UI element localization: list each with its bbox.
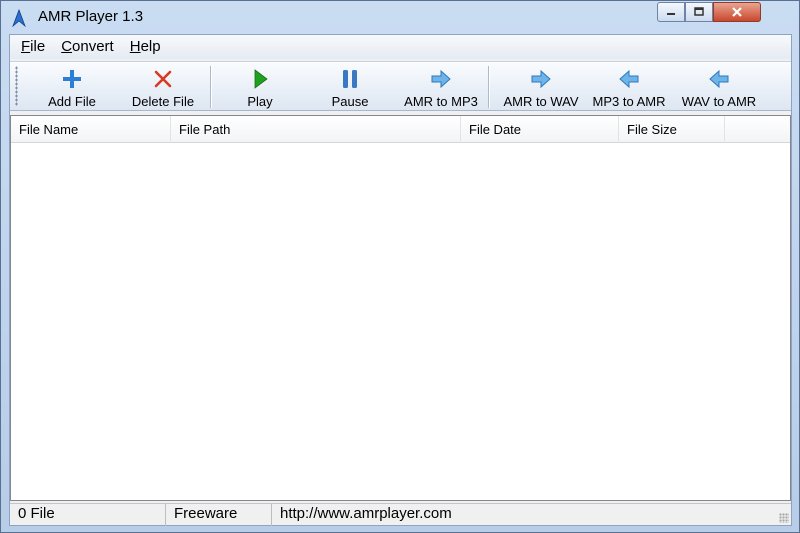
menu-file[interactable]: File bbox=[13, 36, 53, 58]
window-title: AMR Player 1.3 bbox=[38, 8, 144, 25]
wav-to-amr-button[interactable]: WAV to AMR bbox=[676, 64, 762, 110]
arrow-left-icon bbox=[709, 69, 729, 89]
menu-bar: File Convert Help bbox=[10, 35, 791, 59]
maximize-icon bbox=[694, 7, 704, 16]
column-file-size[interactable]: File Size bbox=[619, 116, 725, 143]
column-file-path[interactable]: File Path bbox=[171, 116, 461, 143]
status-file-count: 0 File bbox=[10, 504, 166, 526]
amr-to-mp3-label: AMR to MP3 bbox=[404, 94, 478, 109]
arrow-right-icon bbox=[531, 69, 551, 89]
menu-convert-label: onvert bbox=[72, 38, 114, 55]
client-area: File Convert Help Add File Delete File P… bbox=[9, 34, 792, 526]
pause-icon bbox=[343, 70, 357, 88]
column-file-name[interactable]: File Name bbox=[11, 116, 171, 143]
toolbar-grip[interactable] bbox=[15, 66, 18, 106]
play-button[interactable]: Play bbox=[220, 64, 300, 110]
menu-help-mnemonic: H bbox=[129, 38, 141, 55]
maximize-button[interactable] bbox=[685, 2, 713, 22]
minimize-button[interactable] bbox=[657, 2, 685, 22]
amr-to-mp3-button[interactable]: AMR to MP3 bbox=[398, 64, 484, 110]
menu-help-label: elp bbox=[140, 38, 161, 55]
menu-help[interactable]: Help bbox=[122, 36, 169, 58]
arrow-right-icon bbox=[431, 69, 451, 89]
menu-file-mnemonic: F bbox=[21, 38, 31, 55]
amr-to-wav-label: AMR to WAV bbox=[503, 94, 579, 109]
column-filler bbox=[725, 116, 789, 143]
menu-file-label: ile bbox=[30, 38, 46, 55]
app-window: AMR Player 1.3 File Convert Help Add Fil… bbox=[0, 0, 800, 533]
resize-grip-icon[interactable] bbox=[779, 513, 789, 523]
menu-convert[interactable]: Convert bbox=[53, 36, 122, 58]
title-bar[interactable]: AMR Player 1.3 bbox=[1, 1, 799, 34]
close-button[interactable] bbox=[713, 2, 761, 22]
status-license: Freeware bbox=[166, 504, 272, 526]
status-bar: 0 File Freeware http://www.amrplayer.com bbox=[10, 503, 791, 526]
menu-convert-mnemonic: C bbox=[61, 38, 73, 55]
close-icon bbox=[732, 7, 742, 17]
play-label: Play bbox=[247, 94, 273, 109]
add-file-button[interactable]: Add File bbox=[32, 64, 112, 110]
arrow-left-icon bbox=[619, 69, 639, 89]
add-file-label: Add File bbox=[48, 94, 96, 109]
delete-file-button[interactable]: Delete File bbox=[120, 64, 206, 110]
toolbar-separator bbox=[488, 66, 490, 108]
wav-to-amr-label: WAV to AMR bbox=[681, 94, 757, 109]
status-url[interactable]: http://www.amrplayer.com bbox=[272, 504, 782, 526]
toolbar: Add File Delete File Play Pause AMR to M… bbox=[10, 61, 791, 111]
mp3-to-amr-button[interactable]: MP3 to AMR bbox=[586, 64, 672, 110]
delete-x-icon bbox=[154, 70, 172, 88]
app-icon bbox=[12, 9, 26, 27]
delete-file-label: Delete File bbox=[131, 94, 195, 109]
amr-to-wav-button[interactable]: AMR to WAV bbox=[498, 64, 584, 110]
minimize-icon bbox=[667, 13, 675, 15]
column-file-date[interactable]: File Date bbox=[461, 116, 619, 143]
pause-button[interactable]: Pause bbox=[310, 64, 390, 110]
pause-label: Pause bbox=[331, 94, 369, 109]
play-icon bbox=[254, 69, 268, 89]
mp3-to-amr-label: MP3 to AMR bbox=[592, 94, 666, 109]
list-header: File Name File Path File Date File Size bbox=[11, 116, 790, 143]
toolbar-separator bbox=[210, 66, 212, 108]
file-list[interactable]: File Name File Path File Date File Size bbox=[10, 115, 791, 501]
plus-icon bbox=[63, 70, 81, 88]
